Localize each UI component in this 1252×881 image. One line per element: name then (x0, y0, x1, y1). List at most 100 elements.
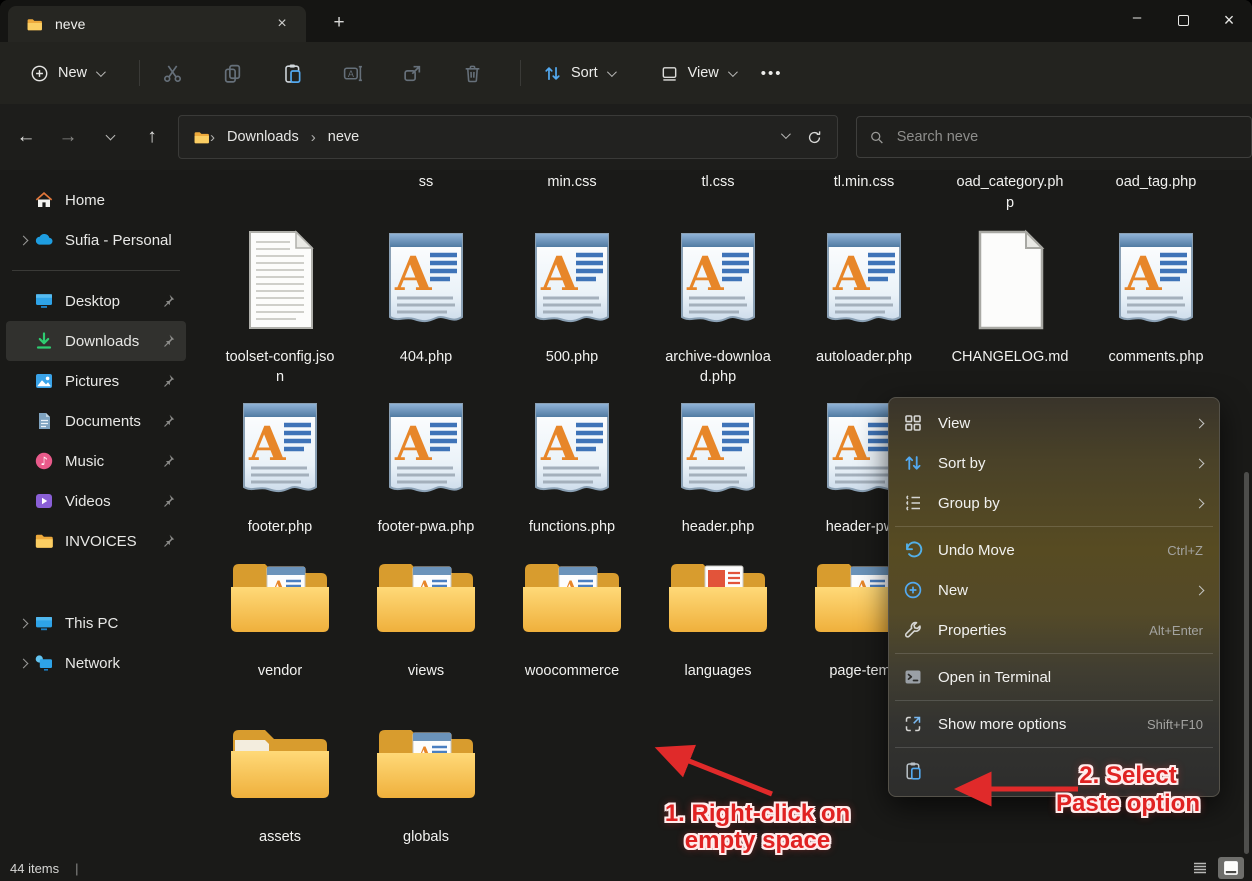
navigation-pane: HomeSufia - Personal DesktopDownloadsPict… (0, 170, 192, 855)
file-label-partial-ss[interactable]: ss (354, 172, 498, 193)
expand-chevron-icon[interactable] (12, 660, 34, 667)
delete-button[interactable] (450, 54, 494, 92)
view-button-label: View (688, 65, 719, 81)
sort-button[interactable]: Sort (531, 56, 626, 91)
rename-button[interactable]: A (330, 54, 374, 92)
network-icon (34, 653, 54, 673)
sidebar-item-network[interactable]: Network (6, 643, 186, 683)
sidebar-item-home[interactable]: Home (6, 180, 186, 220)
file-item-globals[interactable]: Aglobals (354, 720, 498, 847)
file-item-languages[interactable]: languages (646, 554, 790, 681)
context-menu-item-new[interactable]: New (893, 570, 1215, 610)
details-view-toggle[interactable] (1187, 857, 1213, 879)
close-button[interactable]: × (1206, 0, 1252, 40)
file-item-vendor[interactable]: Avendor (208, 554, 352, 681)
back-button[interactable]: ← (8, 120, 44, 154)
file-item-500-php[interactable]: A500.php (500, 226, 644, 367)
cut-button[interactable] (150, 54, 194, 92)
file-label-partial-tl-css[interactable]: tl.css (646, 172, 790, 193)
file-label: footer-pwa.php (354, 517, 498, 537)
search-input[interactable] (897, 129, 1239, 145)
refresh-icon[interactable] (806, 129, 823, 146)
sidebar-item-sufia-personal[interactable]: Sufia - Personal (6, 220, 186, 260)
menu-item-label: View (938, 415, 1196, 432)
maximize-button[interactable] (1160, 0, 1206, 40)
submenu-chevron-icon (1196, 454, 1203, 472)
paste-icon (282, 63, 303, 84)
context-menu-item-undo-move[interactable]: Undo MoveCtrl+Z (893, 530, 1215, 570)
file-label-partial-tl-min-css[interactable]: tl.min.css (792, 172, 936, 193)
minimize-button[interactable]: – (1114, 0, 1160, 40)
context-menu-item-view[interactable]: View (893, 403, 1215, 443)
file-item-footer-php[interactable]: Afooter.php (208, 396, 352, 537)
pin-icon (160, 493, 176, 509)
file-item-header-php[interactable]: Aheader.php (646, 396, 790, 537)
share-button[interactable] (390, 54, 434, 92)
file-item-views[interactable]: Aviews (354, 554, 498, 681)
forward-button[interactable]: → (50, 120, 86, 154)
breadcrumb-box[interactable]: ›Downloads›neve (178, 115, 838, 159)
sidebar-item-pictures[interactable]: Pictures (6, 361, 186, 401)
expand-chevron-icon[interactable] (12, 237, 34, 244)
php-file-icon: A (380, 226, 472, 334)
file-label-partial-oad-category-php[interactable]: oad_category.php (938, 172, 1082, 214)
search-icon (869, 129, 885, 146)
sidebar-item-desktop[interactable]: Desktop (6, 281, 186, 321)
file-label-partial-oad-tag-php[interactable]: oad_tag.php (1084, 172, 1228, 193)
sidebar-item-videos[interactable]: Videos (6, 481, 186, 521)
thumbnail-view-toggle[interactable] (1218, 857, 1244, 879)
breadcrumb-item-downloads[interactable]: Downloads (225, 126, 301, 148)
menu-item-label: Show more options (938, 716, 1147, 733)
menu-item-shortcut: Ctrl+Z (1167, 543, 1203, 558)
menu-item-label: Properties (938, 622, 1149, 639)
sidebar-item-downloads[interactable]: Downloads (6, 321, 186, 361)
new-tab-button[interactable]: + (326, 10, 352, 36)
svg-text:A: A (248, 417, 286, 472)
file-item-footer-pwa-php[interactable]: Afooter-pwa.php (354, 396, 498, 537)
context-menu-item-open-in-terminal[interactable]: Open in Terminal (893, 657, 1215, 697)
breadcrumb-item-neve[interactable]: neve (326, 126, 361, 148)
submenu-chevron-icon (1196, 494, 1203, 512)
context-menu-item-sort-by[interactable]: Sort by (893, 443, 1215, 483)
tab-neve[interactable]: neve × (8, 6, 306, 42)
window-controls: – × (1114, 0, 1252, 40)
paste-button[interactable] (270, 54, 314, 92)
file-item-changelog-md[interactable]: CHANGELOG.md (938, 226, 1082, 367)
tab-close-icon[interactable]: × (270, 12, 294, 36)
menu-item-label: Undo Move (938, 542, 1167, 559)
new-button[interactable]: New (18, 56, 115, 91)
context-menu-item-properties[interactable]: PropertiesAlt+Enter (893, 610, 1215, 650)
svg-text:♪: ♪ (40, 454, 47, 468)
file-item-comments-php[interactable]: Acomments.php (1084, 226, 1228, 367)
address-dropdown-icon[interactable] (781, 129, 791, 139)
sidebar-item-this-pc[interactable]: This PC (6, 603, 186, 643)
context-menu-item-paste-menu[interactable] (893, 751, 1215, 791)
expand-chevron-icon[interactable] (12, 620, 34, 627)
see-more-button[interactable]: ••• (747, 65, 797, 82)
sidebar-item-music[interactable]: ♪Music (6, 441, 186, 481)
php-file-icon: A (1110, 226, 1202, 334)
vertical-scrollbar[interactable] (1244, 472, 1249, 854)
file-label-partial-min-css[interactable]: min.css (500, 172, 644, 193)
view-button[interactable]: View (648, 56, 747, 91)
file-item-archive-download-php[interactable]: Aarchive-download.php (646, 226, 790, 387)
context-menu-item-group-by[interactable]: Group by (893, 483, 1215, 523)
search-box[interactable] (856, 116, 1252, 158)
file-item-toolset-config-json[interactable]: toolset-config.json (208, 226, 352, 387)
doc-blank-icon (964, 226, 1056, 334)
file-item-assets[interactable]: assets (208, 720, 352, 847)
up-button[interactable]: ↑ (134, 120, 170, 154)
copy-button[interactable] (210, 54, 254, 92)
context-menu-item-show-more-options[interactable]: Show more optionsShift+F10 (893, 704, 1215, 744)
sidebar-item-documents[interactable]: Documents (6, 401, 186, 441)
videos-icon (34, 491, 54, 511)
menu-divider (895, 747, 1213, 748)
file-item-functions-php[interactable]: Afunctions.php (500, 396, 644, 537)
file-item-autoloader-php[interactable]: Aautoloader.php (792, 226, 936, 367)
pin-icon (160, 413, 176, 429)
recent-locations-button[interactable] (92, 120, 128, 154)
file-item-woocommerce[interactable]: Awoocommerce (500, 554, 644, 681)
file-item-404-php[interactable]: A404.php (354, 226, 498, 367)
sidebar-item-invoices[interactable]: INVOICES (6, 521, 186, 561)
onedrive-icon (34, 230, 54, 250)
